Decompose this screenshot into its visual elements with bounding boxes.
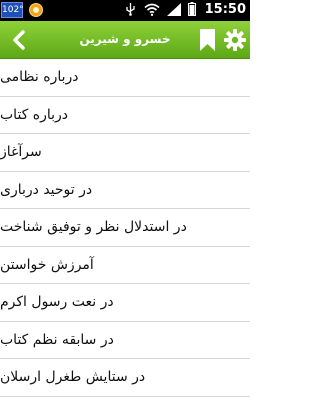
list-item-label: درباره نظامی (0, 69, 79, 86)
battery-icon (188, 1, 196, 20)
bookmark-button[interactable] (192, 21, 222, 58)
list-item-label: در ستایش طغرل ارسلان (0, 369, 146, 386)
list-item[interactable]: در سابقه نظم کتاب (0, 322, 250, 359)
list-item-label: در استدلال نظر و توفیق شناخت (0, 219, 187, 236)
bookmark-icon (199, 28, 215, 51)
settings-button[interactable] (220, 21, 250, 58)
temperature-badge: 102° (1, 2, 24, 18)
list-item[interactable]: در توحید درباری (0, 172, 250, 209)
signal-icon (167, 1, 181, 20)
list-item-label: درباره کتاب (0, 106, 69, 123)
app-notification-icon (29, 3, 43, 17)
chapter-list: درباره نظامی درباره کتاب سرآغاز در توحید… (0, 59, 250, 397)
list-item[interactable]: در ستایش طغرل ارسلان (0, 359, 250, 397)
list-item-label: آمرزش خواستن (0, 256, 94, 273)
list-item-label: سرآغاز (0, 144, 42, 161)
status-icons (124, 1, 196, 20)
list-item-label: در سابقه نظم کتاب (0, 331, 114, 348)
gear-icon (224, 28, 246, 51)
list-item[interactable]: آمرزش خواستن (0, 247, 250, 284)
chevron-left-icon (13, 29, 25, 50)
wifi-icon (144, 1, 160, 20)
list-item-label: در توحید درباری (0, 181, 93, 198)
usb-icon (124, 1, 137, 20)
list-item[interactable]: درباره کتاب (0, 97, 250, 134)
status-bar: 102° 15:50 (0, 0, 250, 21)
list-item-label: در نعت رسول اکرم (0, 294, 114, 311)
list-item[interactable]: در استدلال نظر و توفیق شناخت (0, 209, 250, 247)
back-button[interactable] (4, 21, 34, 58)
list-item[interactable]: درباره نظامی (0, 59, 250, 97)
clock: 15:50 (204, 2, 246, 17)
list-item[interactable]: سرآغاز (0, 134, 250, 172)
list-item[interactable]: در نعت رسول اکرم (0, 284, 250, 322)
app-bar: خسرو و شیرین (0, 21, 250, 59)
